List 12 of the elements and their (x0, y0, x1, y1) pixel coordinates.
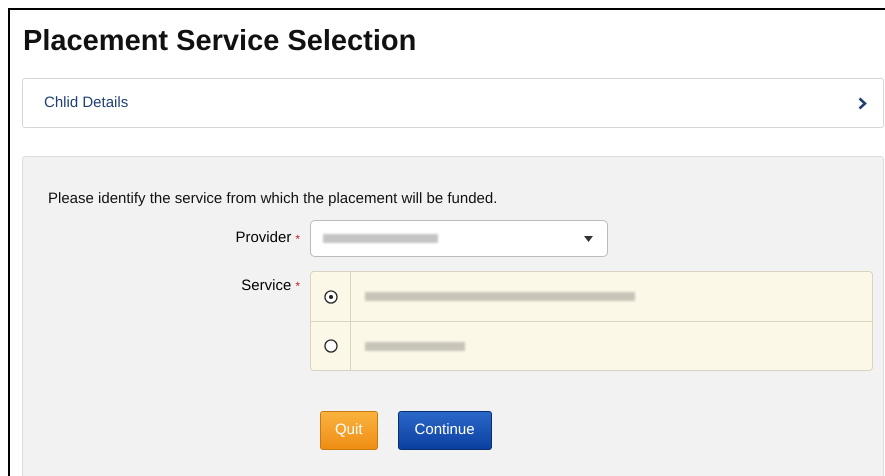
chevron-right-icon (858, 96, 867, 110)
required-mark: * (295, 278, 300, 296)
continue-button[interactable]: Continue (398, 411, 492, 450)
page-title: Placement Service Selection (23, 24, 416, 59)
radio-button[interactable] (324, 339, 338, 353)
radio-button[interactable] (324, 290, 338, 304)
required-mark: * (295, 230, 300, 248)
service-label: Service (241, 276, 292, 296)
instruction-text: Please identify the service from which the placement will be funded. (48, 190, 498, 208)
dropdown-caret-icon (584, 236, 593, 242)
child-details-accordion[interactable]: Chlid Details (22, 78, 884, 128)
provider-label: Provider (235, 228, 292, 248)
